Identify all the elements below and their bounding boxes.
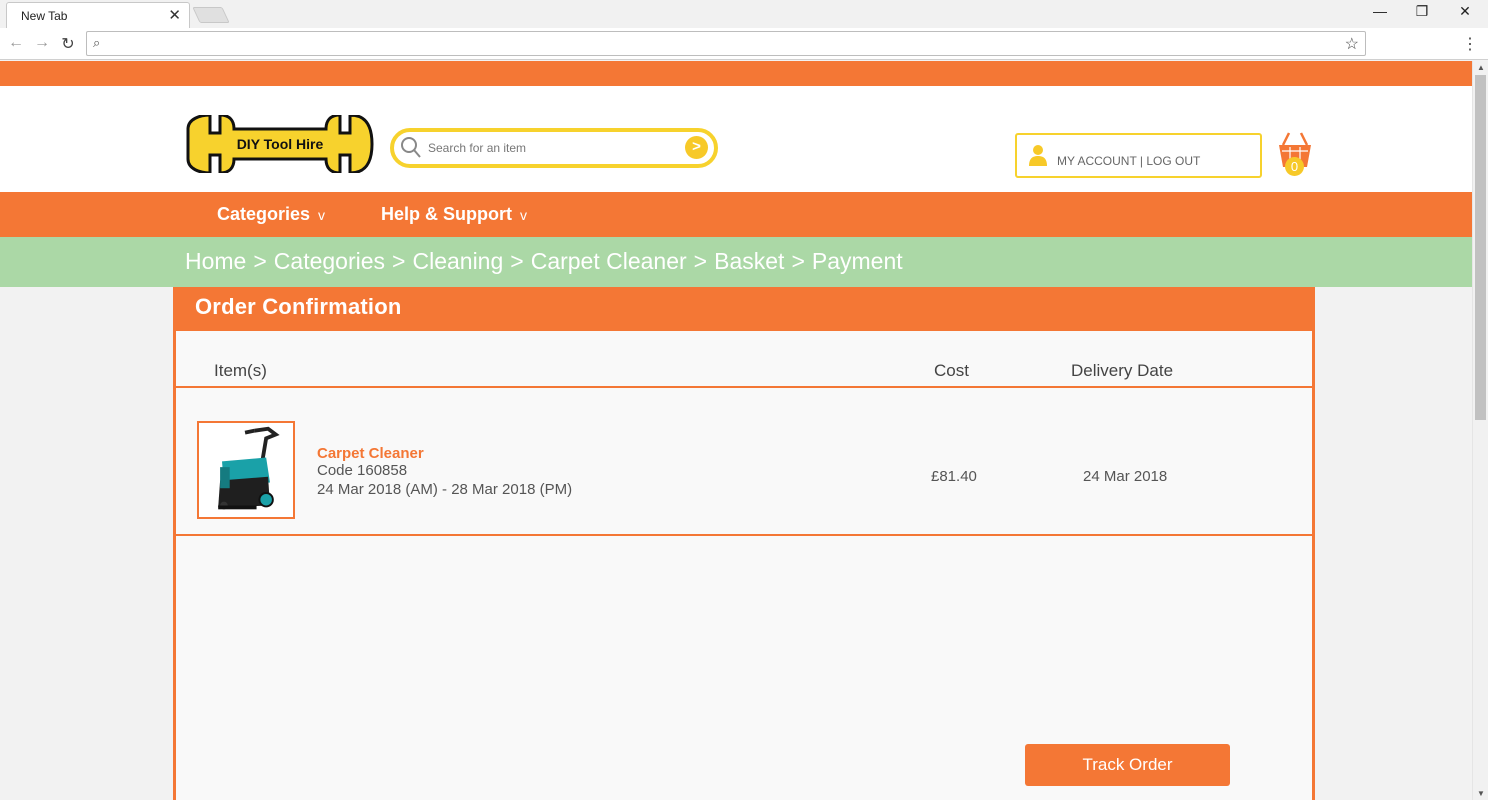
forward-icon[interactable]: →: [32, 34, 52, 52]
item-cost: £81.40: [931, 468, 977, 485]
items-column-header: Item(s): [214, 361, 267, 380]
magnifier-icon: [401, 137, 421, 158]
breadcrumb-separator: >: [392, 248, 406, 274]
breadcrumb-separator: >: [693, 248, 708, 274]
row-divider: [176, 386, 1312, 388]
site-logo[interactable]: DIY Tool Hire: [186, 115, 374, 173]
chevron-down-icon: v: [318, 207, 326, 223]
breadcrumb-separator: >: [510, 248, 524, 274]
nav-categories[interactable]: Categories v: [217, 204, 325, 225]
site-header: DIY Tool Hire > MY ACCOUNT | LOG OUT: [0, 86, 1472, 192]
scrollbar-thumb[interactable]: [1475, 75, 1486, 420]
product-name[interactable]: Carpet Cleaner: [317, 445, 424, 462]
breadcrumb-carpet-cleaner[interactable]: Carpet Cleaner: [531, 248, 687, 274]
panel-header: Order Confirmation: [176, 287, 1312, 331]
row-divider: [176, 534, 1312, 536]
minimize-window-icon[interactable]: —: [1370, 3, 1390, 19]
breadcrumb: Home > Categories > Cleaning > Carpet Cleaner >…: [0, 237, 1472, 287]
browser-tab[interactable]: New Tab ✕: [6, 2, 190, 28]
product-code: Code 160858: [317, 462, 408, 479]
cost-column-header: Cost: [934, 361, 969, 380]
new-tab-button[interactable]: [192, 7, 230, 23]
search-icon: ⌕: [93, 35, 101, 50]
restore-window-icon[interactable]: ❐: [1412, 3, 1432, 20]
track-order-button[interactable]: Track Order: [1025, 744, 1230, 786]
basket-count-badge: 0: [1285, 157, 1304, 176]
delivery-column-header: Delivery Date: [1071, 361, 1174, 380]
browser-tab-strip: New Tab ✕ — ❐ ✕: [0, 0, 1488, 28]
close-window-icon[interactable]: ✕: [1455, 3, 1475, 20]
vertical-scrollbar[interactable]: ▲ ▼: [1472, 61, 1488, 800]
account-links[interactable]: MY ACCOUNT | LOG OUT: [1057, 154, 1200, 168]
search-box: >: [390, 128, 718, 168]
delivery-date: 24 Mar 2018: [1083, 468, 1168, 485]
breadcrumb-separator: >: [791, 248, 805, 274]
basket-button[interactable]: 0: [1278, 131, 1312, 177]
page-title: Order Confirmation: [195, 294, 402, 319]
breadcrumb-cleaning[interactable]: Cleaning: [412, 248, 503, 274]
hire-dates: 24 Mar 2018 (AM) - 28 Mar 2018 (PM): [317, 481, 573, 498]
address-bar[interactable]: ⌕ ☆: [86, 31, 1366, 56]
breadcrumb-home[interactable]: Home: [185, 248, 246, 274]
breadcrumb-categories[interactable]: Categories: [274, 248, 385, 274]
breadcrumb-separator: >: [253, 248, 267, 274]
chevron-down-icon: v: [520, 207, 527, 223]
browser-toolbar: ← → ↻ ⌕ ☆ ⋮: [0, 28, 1488, 60]
browser-menu-icon[interactable]: ⋮: [1462, 34, 1478, 54]
scroll-down-icon[interactable]: ▼: [1477, 789, 1485, 798]
page-viewport: DIY Tool Hire > MY ACCOUNT | LOG OUT: [0, 61, 1488, 800]
search-input[interactable]: [426, 137, 676, 159]
top-accent-strip: [0, 61, 1472, 86]
breadcrumb-payment: Payment: [811, 248, 903, 274]
carpet-cleaner-image: [218, 426, 280, 510]
account-box[interactable]: MY ACCOUNT | LOG OUT: [1015, 133, 1262, 178]
bookmark-star-icon[interactable]: ☆: [1345, 34, 1359, 54]
reload-icon[interactable]: ↻: [58, 34, 78, 54]
main-nav: Categories v Help & Support v: [0, 192, 1472, 237]
back-icon[interactable]: ←: [6, 34, 26, 52]
product-image[interactable]: [197, 421, 295, 519]
search-submit-icon[interactable]: >: [685, 136, 708, 159]
nav-help-label: Help & Support: [381, 204, 512, 224]
scroll-up-icon[interactable]: ▲: [1477, 63, 1485, 72]
nav-help-support[interactable]: Help & Support v: [381, 204, 527, 225]
logo-text: DIY Tool Hire: [237, 136, 324, 152]
tab-title: New Tab: [21, 9, 68, 23]
breadcrumb-basket[interactable]: Basket: [714, 248, 784, 274]
close-tab-icon[interactable]: ✕: [168, 6, 181, 24]
order-confirmation-panel: Order Confirmation Item(s) Cost Delivery…: [173, 287, 1315, 800]
nav-categories-label: Categories: [217, 204, 311, 224]
user-icon: [1029, 145, 1047, 166]
